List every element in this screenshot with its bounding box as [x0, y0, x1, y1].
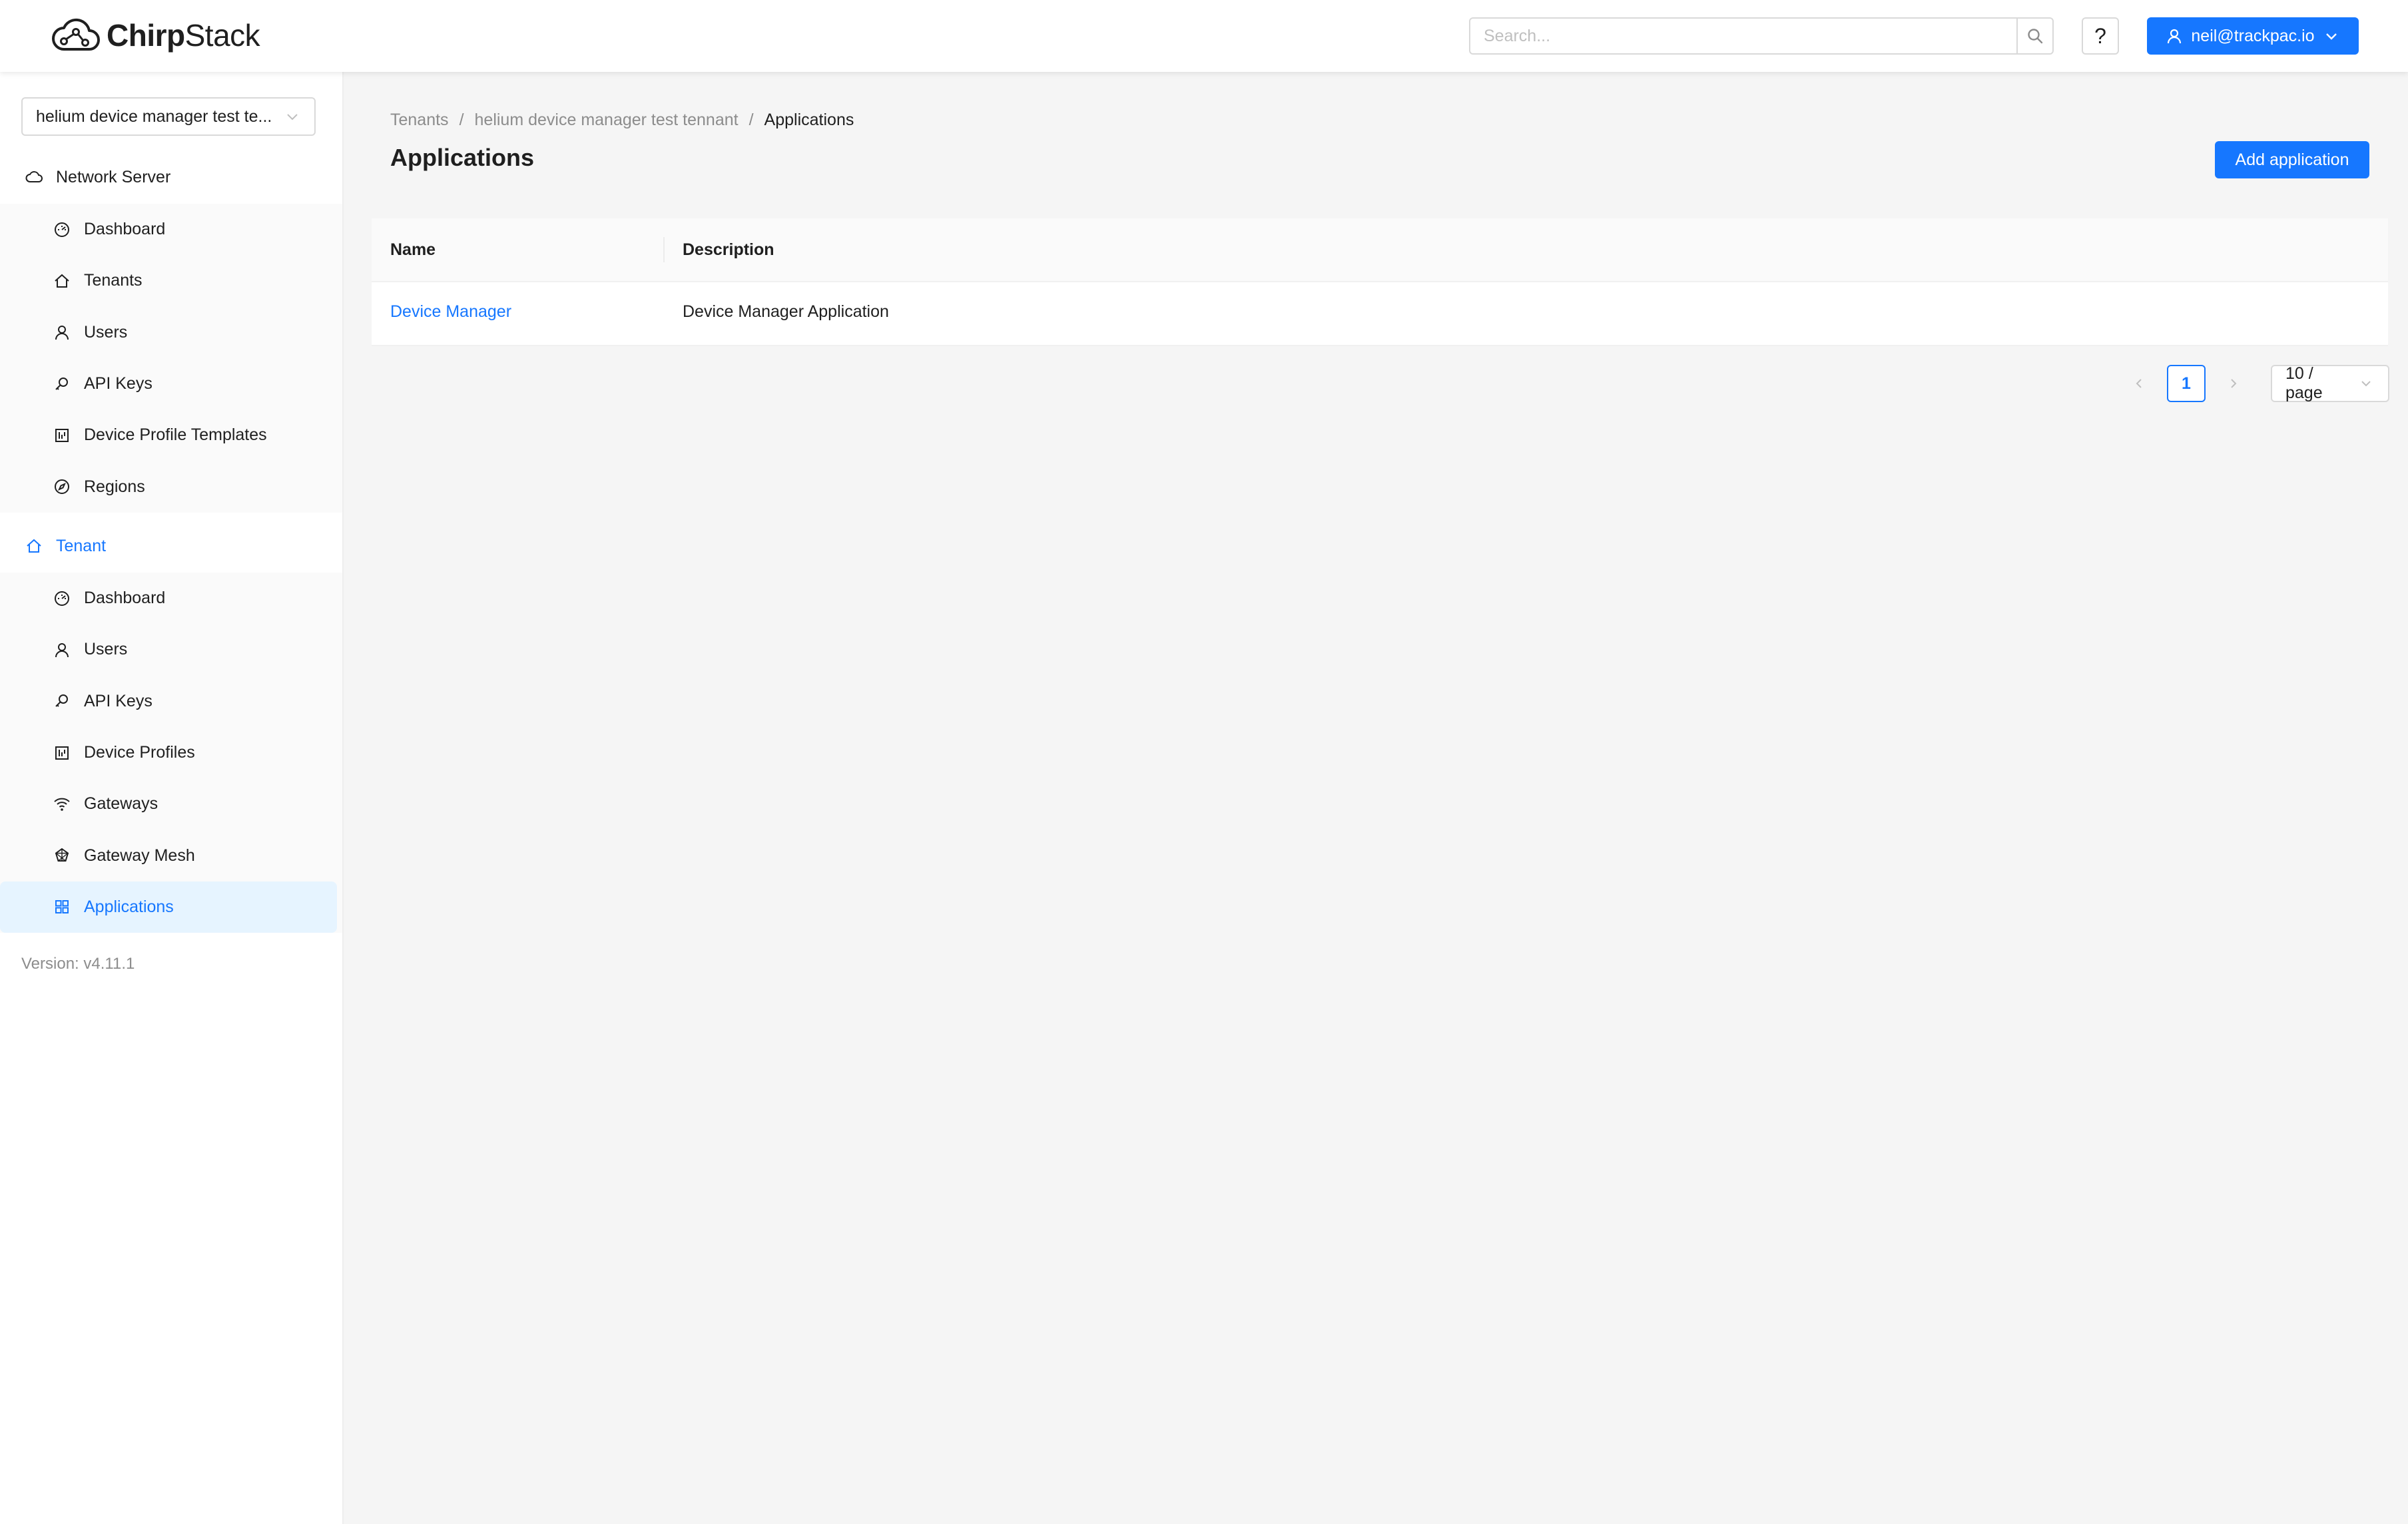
breadcrumb: Tenants / helium device manager test ten… [390, 111, 854, 130]
sidebar-item-label: Dashboard [84, 220, 166, 239]
chevron-down-icon [284, 108, 301, 125]
sidebar-item-ns-regions[interactable]: Regions [0, 461, 342, 512]
page-size-select[interactable]: 10 / page [2271, 364, 2389, 402]
applications-table: Name Description Device Manager Device M… [372, 218, 2388, 346]
sidebar-item-ns-api-keys[interactable]: API Keys [0, 358, 342, 409]
breadcrumb-separator: / [459, 111, 464, 129]
user-email: neil@trackpac.io [2191, 26, 2315, 45]
pagination-prev-button[interactable] [2120, 365, 2158, 402]
column-divider [663, 237, 665, 262]
column-header-name[interactable]: Name [390, 240, 436, 260]
sidebar-item-ns-tenants[interactable]: Tenants [0, 255, 342, 306]
sidebar-item-tenant-api-keys[interactable]: API Keys [0, 676, 342, 727]
breadcrumb-current: Applications [764, 111, 854, 129]
page-title: Applications [390, 144, 535, 171]
chevron-down-icon [2323, 27, 2340, 45]
sidebar-item-tenant-dashboard[interactable]: Dashboard [0, 573, 342, 624]
help-label: ? [2094, 23, 2106, 48]
menu-group-label: Tenant [56, 536, 107, 555]
pagination-page-label: 1 [2182, 374, 2191, 393]
sidebar-item-label: Applications [84, 897, 174, 916]
table-row: Device Manager Device Manager Applicatio… [372, 282, 2388, 346]
wifi-icon [53, 796, 71, 813]
cloud-logo-icon [51, 15, 101, 56]
dashboard-icon [53, 221, 71, 238]
compass-icon [53, 478, 71, 495]
logo-text: ChirpStack [107, 18, 260, 53]
sidebar-item-tenant-gateway-mesh[interactable]: Gateway Mesh [0, 830, 342, 881]
user-menu-button[interactable]: neil@trackpac.io [2147, 17, 2359, 55]
user-icon [53, 641, 71, 658]
sidebar-item-ns-dashboard[interactable]: Dashboard [0, 204, 342, 255]
sidebar-item-label: Device Profile Templates [84, 425, 267, 445]
menu-group-label: Network Server [56, 167, 171, 186]
menu-group-tenant[interactable]: Tenant [0, 519, 344, 573]
sidebar-item-label: Regions [84, 477, 145, 496]
top-header: ChirpStack ? neil@trackpac.io [0, 0, 2408, 72]
application-name-link[interactable]: Device Manager [390, 302, 511, 322]
sidebar-item-label: Gateways [84, 794, 158, 814]
application-description: Device Manager Application [683, 302, 889, 321]
pagination-page-1[interactable]: 1 [2167, 365, 2206, 402]
breadcrumb-tenants[interactable]: Tenants [390, 111, 449, 130]
search-icon [2026, 27, 2044, 45]
dashboard-icon [53, 590, 71, 607]
version-label: Version: v4.11.1 [21, 955, 135, 973]
sidebar-item-label: Device Profiles [84, 743, 195, 762]
chevron-left-icon [2130, 375, 2148, 392]
search-input[interactable] [1470, 19, 2016, 53]
home-icon [53, 272, 71, 290]
chevron-right-icon [2225, 375, 2242, 392]
sidebar-item-tenant-users[interactable]: Users [0, 624, 342, 675]
sidebar: helium device manager test te... Network… [0, 72, 344, 1524]
cloud-icon [25, 168, 43, 186]
network-server-submenu: Dashboard Tenants Users API Keys Device … [0, 204, 342, 513]
pagination-next-button[interactable] [2215, 365, 2252, 402]
sidebar-item-tenant-device-profiles[interactable]: Device Profiles [0, 727, 342, 778]
add-application-button[interactable]: Add application [2215, 141, 2369, 178]
global-search [1469, 17, 2054, 55]
sidebar-item-label: Users [84, 322, 128, 342]
help-button[interactable]: ? [2082, 17, 2119, 55]
profile-icon [53, 427, 71, 444]
sidebar-item-label: API Keys [84, 691, 152, 710]
table-header: Name Description [372, 218, 2388, 282]
tenant-select-value: helium device manager test te... [36, 107, 272, 126]
profile-icon [53, 744, 71, 762]
sidebar-item-tenant-applications[interactable]: Applications [0, 881, 337, 933]
mesh-icon [53, 847, 71, 864]
sidebar-item-label: Dashboard [84, 589, 166, 608]
key-icon [53, 692, 71, 710]
home-icon [25, 537, 43, 555]
sidebar-item-label: Users [84, 640, 128, 659]
add-application-label: Add application [2235, 150, 2349, 169]
tenant-select[interactable]: helium device manager test te... [21, 97, 316, 136]
search-button[interactable] [2016, 19, 2052, 53]
breadcrumb-separator: / [749, 111, 754, 129]
appstore-icon [53, 898, 71, 915]
sidebar-item-tenant-gateways[interactable]: Gateways [0, 778, 342, 830]
chirpstack-logo[interactable]: ChirpStack [51, 15, 260, 56]
menu-group-network-server[interactable]: Network Server [0, 150, 344, 204]
tenant-submenu: Dashboard Users API Keys Device Profiles… [0, 573, 342, 933]
sidebar-item-ns-users[interactable]: Users [0, 307, 342, 358]
chevron-down-icon [2357, 375, 2375, 392]
sidebar-item-label: API Keys [84, 374, 152, 393]
column-header-description[interactable]: Description [683, 240, 774, 260]
sidebar-item-ns-device-profile-templates[interactable]: Device Profile Templates [0, 409, 342, 461]
page-size-value: 10 / page [2285, 364, 2323, 402]
breadcrumb-tenant-name[interactable]: helium device manager test tennant [475, 111, 739, 130]
sidebar-item-label: Gateway Mesh [84, 846, 195, 865]
sidebar-item-label: Tenants [84, 271, 143, 290]
user-icon [53, 324, 71, 341]
user-icon [2166, 27, 2183, 45]
key-icon [53, 376, 71, 393]
